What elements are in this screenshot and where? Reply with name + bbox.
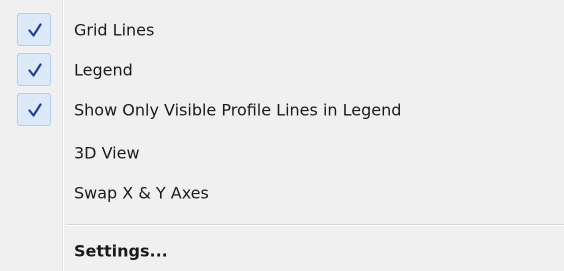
menu-item-label: Swap X & Y Axes xyxy=(74,183,209,203)
context-menu: Grid Lines Legend Show Only Visible Prof… xyxy=(0,0,564,271)
checkmark-icon xyxy=(28,103,42,117)
checkmark-icon xyxy=(28,63,42,77)
menu-item-show-only-visible-profile-lines[interactable]: Show Only Visible Profile Lines in Legen… xyxy=(0,91,564,129)
menu-item-settings[interactable]: Settings... xyxy=(0,232,564,270)
checkbox-show-only-visible xyxy=(17,93,51,126)
menu-item-3d-view[interactable]: 3D View xyxy=(0,134,564,172)
menu-item-grid-lines[interactable]: Grid Lines xyxy=(0,11,564,49)
menu-item-legend[interactable]: Legend xyxy=(0,51,564,89)
menu-item-label: 3D View xyxy=(74,143,140,163)
menu-item-swap-axes[interactable]: Swap X & Y Axes xyxy=(0,174,564,212)
menu-item-label: Grid Lines xyxy=(74,20,155,40)
menu-separator-highlight xyxy=(66,225,564,226)
menu-item-label: Legend xyxy=(74,60,133,80)
checkbox-grid-lines xyxy=(17,13,51,46)
menu-item-label: Show Only Visible Profile Lines in Legen… xyxy=(74,100,402,120)
checkbox-legend xyxy=(17,53,51,86)
menu-item-label: Settings... xyxy=(74,241,168,261)
checkmark-icon xyxy=(28,23,42,37)
